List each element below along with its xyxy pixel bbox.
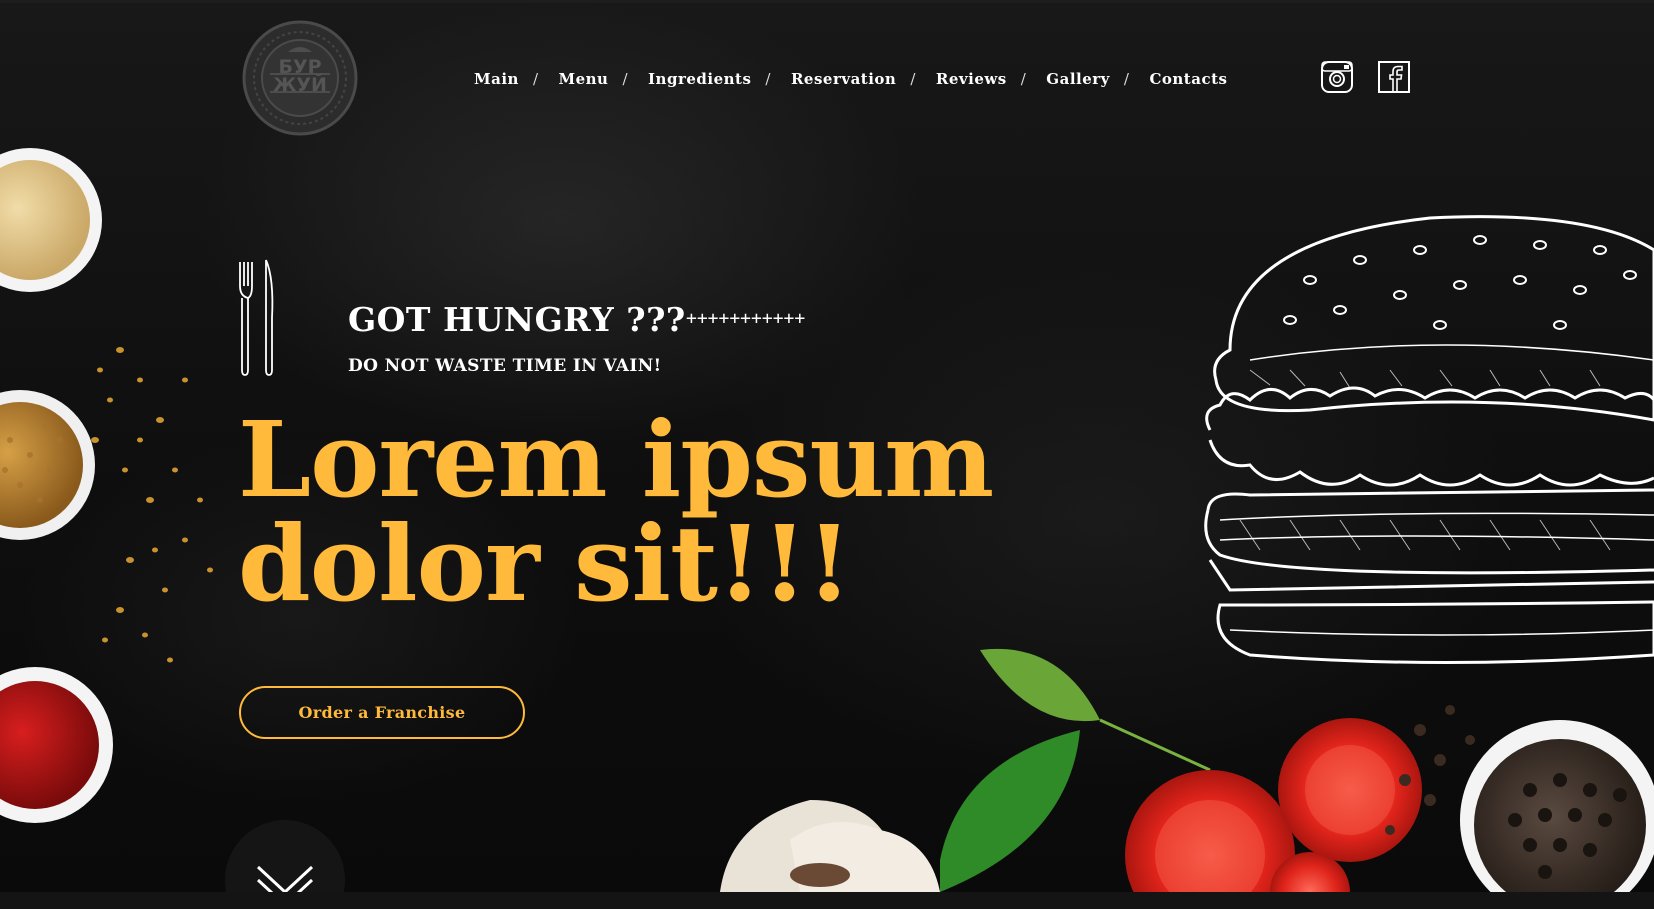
nav-item-label: Menu xyxy=(558,70,609,88)
nav-separator: / xyxy=(1123,70,1130,88)
burger-sketch-image xyxy=(1204,215,1654,664)
hero-subtagline: DO NOT WASTE TIME IN VAIN! xyxy=(348,356,662,376)
nav-item-label: Reviews xyxy=(935,70,1007,88)
decorative-pluses: +++++++++++ xyxy=(686,308,806,329)
nav-separator: / xyxy=(532,70,539,88)
nav-separator: / xyxy=(765,70,771,88)
svg-text:ЖУЙ: ЖУЙ xyxy=(273,73,327,96)
nav-separator: / xyxy=(910,70,916,88)
hero-headline-line2: dolor sit!!! xyxy=(238,502,852,625)
nav-item-reservation[interactable]: Reservation / xyxy=(791,70,936,88)
nav-item-label: Ingredients xyxy=(648,70,752,88)
hero-section: БУР ЖУЙ Main / Menu / Ingredients / Reserva… xyxy=(0,0,1654,909)
nav-item-contacts[interactable]: Contacts xyxy=(1149,70,1227,88)
nav-item-gallery[interactable]: Gallery / xyxy=(1046,70,1149,88)
hero-tagline: GOT HUNGRY ??? xyxy=(348,300,686,339)
main-nav: Main / Menu / Ingredients / Reservation / Re… xyxy=(474,66,1227,92)
nav-item-reviews[interactable]: Reviews / xyxy=(936,70,1046,88)
logo[interactable]: БУР ЖУЙ xyxy=(240,18,360,138)
nav-item-label: Main xyxy=(474,70,519,88)
nav-item-menu[interactable]: Menu / xyxy=(559,70,649,88)
nav-item-ingredients[interactable]: Ingredients / xyxy=(648,70,791,88)
nav-item-label: Contacts xyxy=(1149,70,1228,88)
bottom-strip xyxy=(0,892,1654,909)
nav-item-label: Reservation xyxy=(790,70,897,88)
nav-item-main[interactable]: Main / xyxy=(474,70,559,88)
facebook-icon[interactable] xyxy=(1377,60,1411,94)
nav-separator: / xyxy=(622,70,629,88)
spice-bowls-image xyxy=(0,148,213,823)
nav-item-label: Gallery xyxy=(1046,70,1110,88)
hero-headline: Lorem ipsum dolor sit!!! xyxy=(238,408,1118,616)
top-strip xyxy=(0,0,1654,3)
vegetables-image xyxy=(720,648,1654,892)
nav-separator: / xyxy=(1020,70,1027,88)
cutlery-icon xyxy=(239,259,274,376)
hero-headline-line1: Lorem ipsum xyxy=(238,398,994,521)
instagram-icon[interactable] xyxy=(1320,60,1354,94)
order-franchise-button[interactable]: Order a Franchise xyxy=(239,686,525,739)
